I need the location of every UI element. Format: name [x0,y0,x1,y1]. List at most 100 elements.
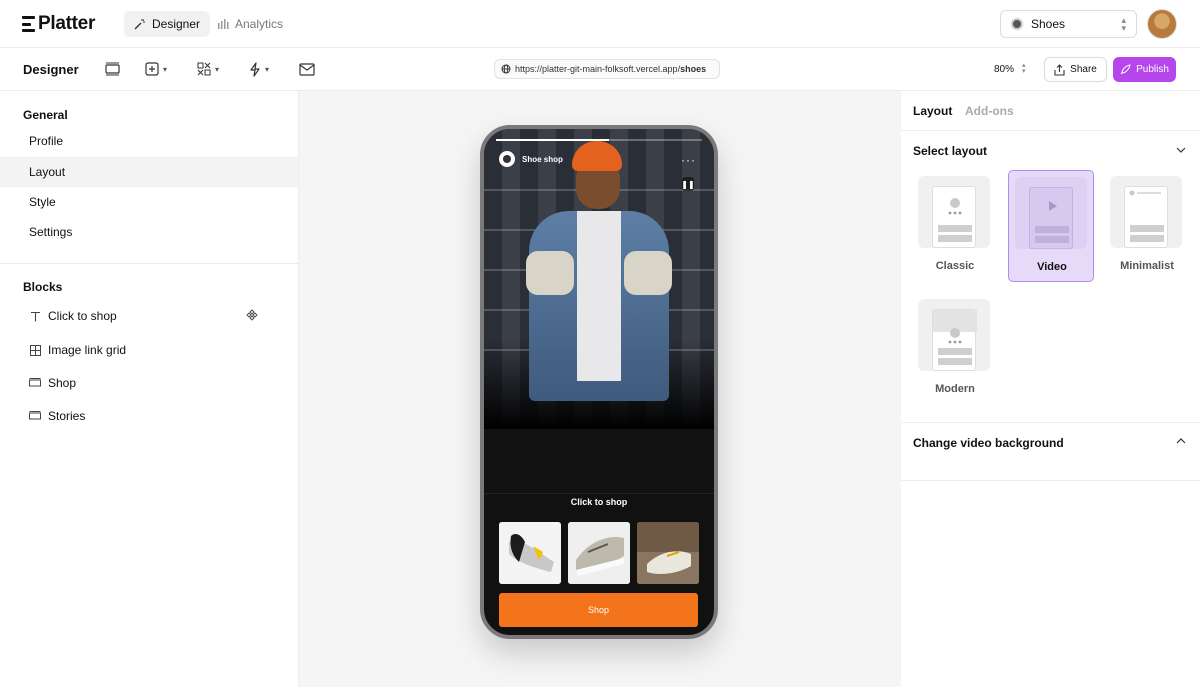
sidebar-item-label: Settings [29,225,73,239]
email-button[interactable] [299,61,315,77]
block-item-shop[interactable]: Shop [0,368,298,398]
click-to-shop-title: Click to shop [570,497,628,507]
sidebar-item-settings[interactable]: Settings [0,217,298,247]
store-icon [1011,18,1023,30]
right-panel: Layout Add-ons Select layout Classic Vid… [901,91,1200,687]
layout-thumbnail [918,299,990,371]
nav-tab-designer[interactable]: Designer [124,11,211,37]
platter-logo[interactable]: Platter [22,13,95,35]
tab-layout[interactable]: Layout [913,104,952,118]
sidebar-item-style[interactable]: Style [0,187,298,217]
sidebar-item-label: Style [29,195,56,209]
product-thumbnail[interactable] [637,522,699,584]
person-beanie [572,141,622,171]
card-icon [29,377,41,389]
layout-option-video[interactable]: Video [1008,170,1094,282]
nav-tab-analytics-label: Analytics [235,17,284,31]
video-background-title[interactable]: Change video background [913,436,1064,450]
sidebar-item-label: Layout [29,165,66,179]
layout-page-preview [932,309,977,371]
designer-toolbar: Designer ▾ ▾ ▾ https://platter-git-main-… [0,48,1200,91]
person-shirt [577,211,621,381]
share-button[interactable]: Share [1044,57,1107,82]
sidebar-item-layout[interactable]: Layout [0,157,298,187]
url-path: shoes [680,64,707,74]
shop-logo-icon [499,151,515,167]
chevron-down-icon: ▾ [265,64,270,74]
tab-add-ons[interactable]: Add-ons [965,104,1014,118]
layout-toggle-button[interactable] [105,61,120,77]
chevron-down-icon: ▾ [163,64,168,74]
design-canvas: Shoe shop ··· ❚❚ Click to shop Shop [299,91,901,687]
add-square-icon [145,62,159,76]
product-thumbnail[interactable] [499,522,561,584]
layout-thumbnail [1015,177,1087,249]
zoom-value: 80% [994,63,1015,75]
chevron-down-icon: ▾ [215,64,220,74]
top-bar: Platter Designer Analytics Shoes ▴ ▾ [0,0,1200,48]
layout-option-minimalist[interactable]: Minimalist [1104,170,1190,282]
section-divider [484,493,714,494]
block-item-stories[interactable]: Stories [0,401,298,431]
globe-icon [501,64,511,74]
drag-handle-icon[interactable] [246,308,258,324]
block-item-label: Stories [48,409,86,423]
store-select[interactable]: Shoes ▴ ▾ [1000,10,1137,38]
rocket-icon [1120,64,1131,75]
block-item-label: Image link grid [48,343,127,357]
chevron-up-down-icon: ▴ ▾ [1022,62,1026,75]
mail-icon [299,62,315,76]
shop-button[interactable]: Shop [499,593,698,627]
story-progress-fill [496,139,610,141]
publish-label: Publish [1136,64,1169,75]
layout-page-preview [1029,187,1073,249]
block-item-label: Shop [48,376,77,390]
chevron-down-icon[interactable] [1176,145,1186,156]
pause-icon[interactable]: ❚❚ [681,177,695,191]
video-background[interactable] [484,129,714,429]
phone-preview: Shoe shop ··· ❚❚ Click to shop Shop [480,125,718,639]
components-icon [197,62,211,76]
sidebar-item-profile[interactable]: Profile [0,126,298,156]
shoe-right [624,251,672,295]
nav-tab-analytics[interactable]: Analytics [207,11,293,37]
actions-button[interactable]: ▾ [249,61,269,77]
story-progress [496,139,702,141]
layout-option-label: Video [1037,261,1067,273]
layout-thumbnail [918,176,990,248]
lightning-icon [250,61,260,77]
grid-icon [29,344,41,356]
layout-thumbnail [1110,176,1182,248]
select-layout-title[interactable]: Select layout [913,144,987,158]
phone-shop-header: Shoe shop [499,151,563,167]
components-button[interactable]: ▾ [197,61,219,77]
general-section-title: General [23,108,68,122]
preview-url[interactable]: https://platter-git-main-folksoft.vercel… [494,59,720,79]
sidebar-item-label: Profile [29,134,64,148]
layout-option-classic[interactable]: Classic [912,170,998,282]
section-divider [901,480,1200,481]
blocks-section-title: Blocks [23,280,63,294]
product-thumbnails [499,522,699,584]
more-options-icon[interactable]: ··· [681,153,696,167]
layout-page-preview [932,186,976,248]
left-sidebar: General Profile Layout Style Settings Bl… [0,91,299,687]
shop-name: Shoe shop [522,154,563,164]
layout-page-preview [1124,186,1168,248]
publish-button[interactable]: Publish [1113,57,1176,82]
card-icon [29,410,41,422]
toolbar-title: Designer [23,62,79,77]
block-item-label: Click to shop [48,309,117,323]
block-item-click-to-shop[interactable]: Click to shop [0,301,298,331]
zoom-select[interactable]: 80% ▴ ▾ [994,62,1026,75]
chevron-up-icon[interactable] [1176,436,1186,447]
section-divider [901,422,1200,423]
layout-option-label: Classic [935,260,975,272]
avatar[interactable] [1147,9,1177,39]
logo-mark-icon [22,16,35,32]
add-block-button[interactable]: ▾ [145,61,167,77]
logo-text: Platter [38,13,96,34]
product-thumbnail[interactable] [568,522,630,584]
layout-option-modern[interactable]: Modern [912,293,998,405]
block-item-image-link-grid[interactable]: Image link grid [0,335,298,365]
